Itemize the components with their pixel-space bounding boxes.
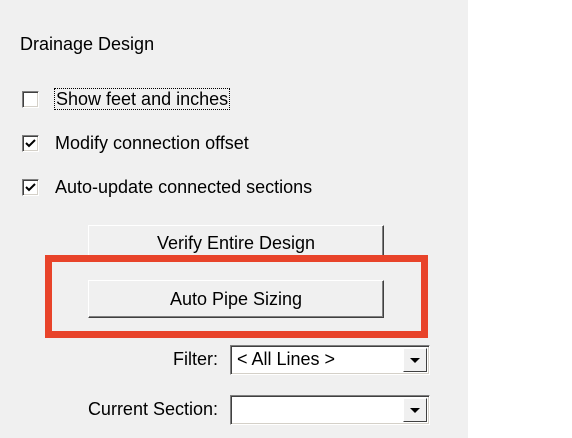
current-section-dropdown-button[interactable] <box>403 398 427 422</box>
filter-select[interactable]: < All Lines > <box>230 345 430 375</box>
show-feet-inches-row[interactable]: Show feet and inches <box>22 87 231 110</box>
filter-value: < All Lines > <box>237 349 336 369</box>
current-section-label: Current Section: <box>87 399 218 419</box>
chevron-down-icon <box>410 358 420 363</box>
check-icon <box>25 138 36 147</box>
highlight-box <box>45 255 428 338</box>
show-feet-inches-checkbox[interactable] <box>22 90 39 108</box>
focus-outline: Show feet and inches <box>53 87 231 110</box>
chevron-down-icon <box>410 408 420 413</box>
filter-dropdown-button[interactable] <box>403 348 427 372</box>
filter-label: Filter: <box>173 349 218 369</box>
modify-connection-offset-row[interactable]: Modify connection offset <box>22 132 249 154</box>
panel-title: Drainage Design <box>20 34 155 54</box>
auto-update-sections-row[interactable]: Auto-update connected sections <box>22 176 312 198</box>
show-feet-inches-label[interactable]: Show feet and inches <box>53 87 231 110</box>
auto-update-sections-label[interactable]: Auto-update connected sections <box>55 177 312 198</box>
check-icon <box>25 182 36 191</box>
drainage-design-panel: Drainage Design Show feet and inches Mod… <box>0 0 468 438</box>
modify-connection-offset-checkbox[interactable] <box>22 134 39 152</box>
auto-update-sections-checkbox[interactable] <box>22 178 39 196</box>
current-section-select[interactable] <box>230 395 430 425</box>
modify-connection-offset-label[interactable]: Modify connection offset <box>55 133 249 154</box>
